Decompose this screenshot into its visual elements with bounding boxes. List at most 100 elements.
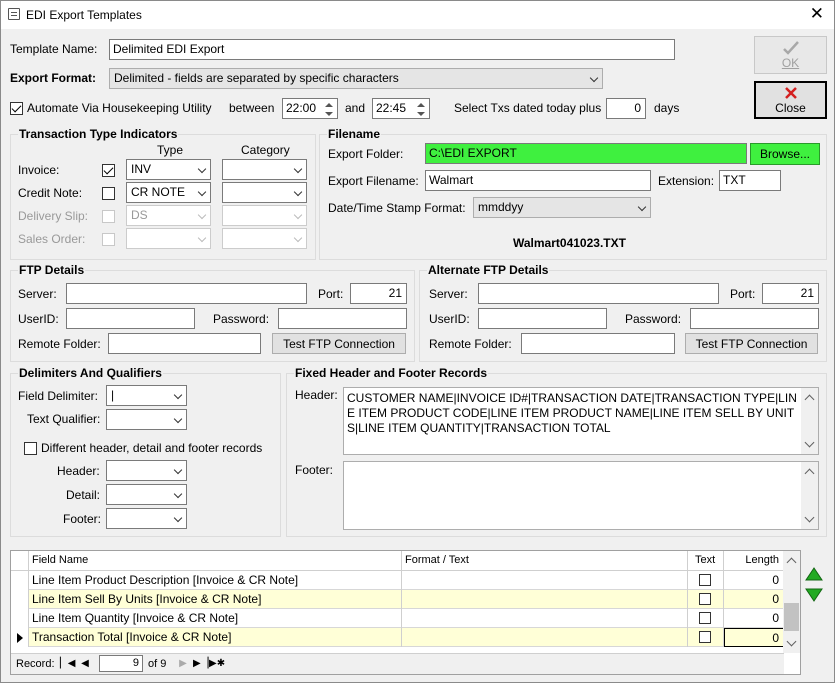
move-up-icon[interactable] (804, 566, 824, 584)
delivery-slip-category-select[interactable] (222, 205, 307, 226)
start-time-spinner[interactable] (321, 99, 337, 118)
text-checkbox[interactable] (699, 631, 711, 643)
alt-ftp-server-label: Server: (429, 287, 468, 301)
grid-scroll-thumb[interactable] (784, 603, 799, 631)
export-filename-input[interactable]: Walmart (425, 170, 651, 191)
credit-note-category-select[interactable] (222, 182, 307, 203)
row-selector[interactable] (11, 590, 29, 609)
next-record-icon[interactable]: ▶ (176, 657, 190, 671)
ftp-port-input[interactable]: 21 (350, 283, 407, 304)
alt-ftp-server-input[interactable] (478, 283, 719, 304)
length-cell[interactable]: 0 (724, 590, 784, 609)
move-down-icon[interactable] (804, 586, 824, 604)
chevron-down-icon (637, 202, 647, 212)
template-name-input[interactable]: Delimited EDI Export (109, 39, 675, 60)
field-delimiter-select[interactable]: | (106, 385, 187, 406)
invoice-checkbox[interactable] (102, 164, 115, 177)
browse-button[interactable]: Browse... (750, 143, 820, 165)
start-time-input[interactable]: 22:00 (282, 98, 338, 119)
sales-order-checkbox[interactable] (102, 233, 115, 246)
field-name-cell[interactable]: Line Item Product Description [Invoice &… (29, 571, 402, 590)
length-cell[interactable]: 0 (724, 628, 784, 647)
grid-scrollbar[interactable] (783, 551, 800, 653)
export-format-select[interactable]: Delimited - fields are separated by spec… (109, 68, 603, 89)
fixed-footer-scrollbar[interactable] (801, 462, 818, 529)
field-name-cell[interactable]: Transaction Total [Invoice & CR Note] (29, 628, 402, 647)
table-row[interactable]: Line Item Product Description [Invoice &… (11, 571, 784, 590)
last-record-icon[interactable]: ▶▕ (193, 657, 208, 671)
extension-input[interactable]: TXT (719, 170, 781, 191)
new-record-icon[interactable]: ▶✱ (209, 657, 225, 671)
record-number-input[interactable]: 9 (99, 655, 143, 672)
first-record-icon[interactable]: ▏◀ (60, 657, 75, 671)
stamp-format-value: mmddyy (478, 200, 524, 214)
text-checkbox[interactable] (699, 593, 711, 605)
length-cell[interactable]: 0 (724, 571, 784, 590)
ftp-remote-folder-input[interactable] (108, 333, 261, 354)
ftp-password-input[interactable] (278, 308, 407, 329)
format-text-cell[interactable] (402, 571, 688, 590)
test-ftp-button[interactable]: Test FTP Connection (272, 333, 406, 354)
field-name-cell[interactable]: Line Item Sell By Units [Invoice & CR No… (29, 590, 402, 609)
format-text-cell[interactable] (402, 590, 688, 609)
automate-checkbox[interactable] (10, 102, 23, 115)
prev-record-icon[interactable]: ◀ (78, 657, 92, 671)
end-time-input[interactable]: 22:45 (372, 98, 430, 119)
fixed-header-textarea[interactable]: CUSTOMER NAME|INVOICE ID#|TRANSACTION DA… (343, 387, 819, 455)
delim-header-select[interactable] (106, 460, 187, 481)
table-row[interactable]: Line Item Sell By Units [Invoice & CR No… (11, 590, 784, 609)
days-input[interactable]: 0 (606, 98, 646, 119)
invoice-type-select[interactable]: INV (126, 159, 211, 180)
close-button[interactable]: Close (754, 81, 827, 119)
credit-note-type-select[interactable]: CR NOTE (126, 182, 211, 203)
alt-ftp-password-input[interactable] (690, 308, 819, 329)
alt-ftp-password-label: Password: (625, 312, 682, 326)
text-cell[interactable] (688, 609, 724, 628)
col-text[interactable]: Text (688, 551, 724, 570)
field-name-cell[interactable]: Line Item Quantity [Invoice & CR Note] (29, 609, 402, 628)
format-text-cell[interactable] (402, 609, 688, 628)
alt-ftp-remote-folder-input[interactable] (521, 333, 675, 354)
invoice-category-select[interactable] (222, 159, 307, 180)
sales-order-type-select[interactable] (126, 228, 211, 249)
text-qualifier-select[interactable] (106, 409, 187, 430)
text-cell[interactable] (688, 628, 724, 647)
col-format-text[interactable]: Format / Text (402, 551, 688, 570)
ok-button[interactable]: OK (754, 36, 827, 74)
export-format-value: Delimited - fields are separated by spec… (114, 71, 399, 85)
window-close-button[interactable]: ✕ (810, 5, 824, 23)
credit-note-checkbox[interactable] (102, 187, 115, 200)
delim-footer-select[interactable] (106, 508, 187, 529)
table-row[interactable]: Transaction Total [Invoice & CR Note] 0 (11, 628, 784, 647)
format-text-cell[interactable] (402, 628, 688, 647)
ftp-userid-input[interactable] (66, 308, 195, 329)
text-cell[interactable] (688, 590, 724, 609)
alt-ftp-port-input[interactable]: 21 (762, 283, 819, 304)
chevron-down-icon (197, 164, 207, 174)
end-time-spinner[interactable] (413, 99, 429, 118)
sales-order-category-select[interactable] (222, 228, 307, 249)
length-cell[interactable]: 0 (724, 609, 784, 628)
col-length[interactable]: Length (724, 551, 784, 570)
alt-test-ftp-button[interactable]: Test FTP Connection (685, 333, 818, 354)
export-folder-input[interactable]: C:\EDI EXPORT (425, 143, 747, 164)
row-selector[interactable] (11, 571, 29, 590)
fixed-footer-textarea[interactable] (343, 461, 819, 530)
different-records-checkbox[interactable] (24, 442, 37, 455)
table-row[interactable]: Line Item Quantity [Invoice & CR Note] 0 (11, 609, 784, 628)
row-selector[interactable] (11, 628, 29, 647)
ftp-server-input[interactable] (66, 283, 307, 304)
text-cell[interactable] (688, 571, 724, 590)
col-field-name[interactable]: Field Name (29, 551, 402, 570)
edi-export-templates-window: EDI Export Templates ✕ Template Name: De… (0, 0, 835, 683)
text-checkbox[interactable] (699, 574, 711, 586)
delivery-slip-type-select[interactable]: DS (126, 205, 211, 226)
alt-ftp-userid-input[interactable] (478, 308, 607, 329)
delivery-slip-checkbox[interactable] (102, 210, 115, 223)
text-checkbox[interactable] (699, 612, 711, 624)
delim-detail-select[interactable] (106, 484, 187, 505)
fixed-header-scrollbar[interactable] (801, 388, 818, 454)
stamp-format-select[interactable]: mmddyy (473, 197, 651, 218)
between-label: between (229, 101, 275, 115)
row-selector[interactable] (11, 609, 29, 628)
